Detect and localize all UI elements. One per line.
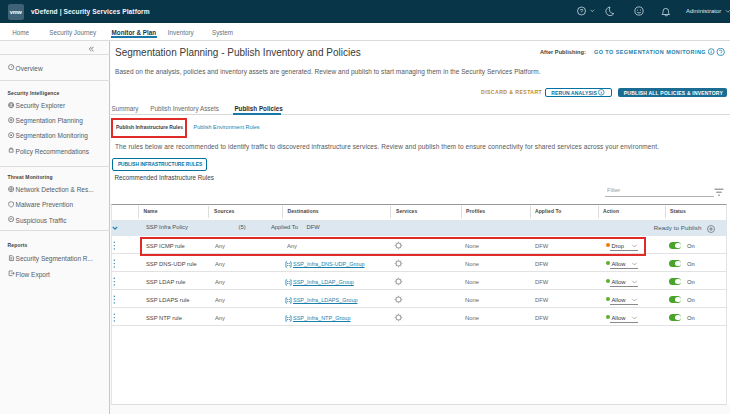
svg-text:?: ? bbox=[580, 8, 584, 14]
